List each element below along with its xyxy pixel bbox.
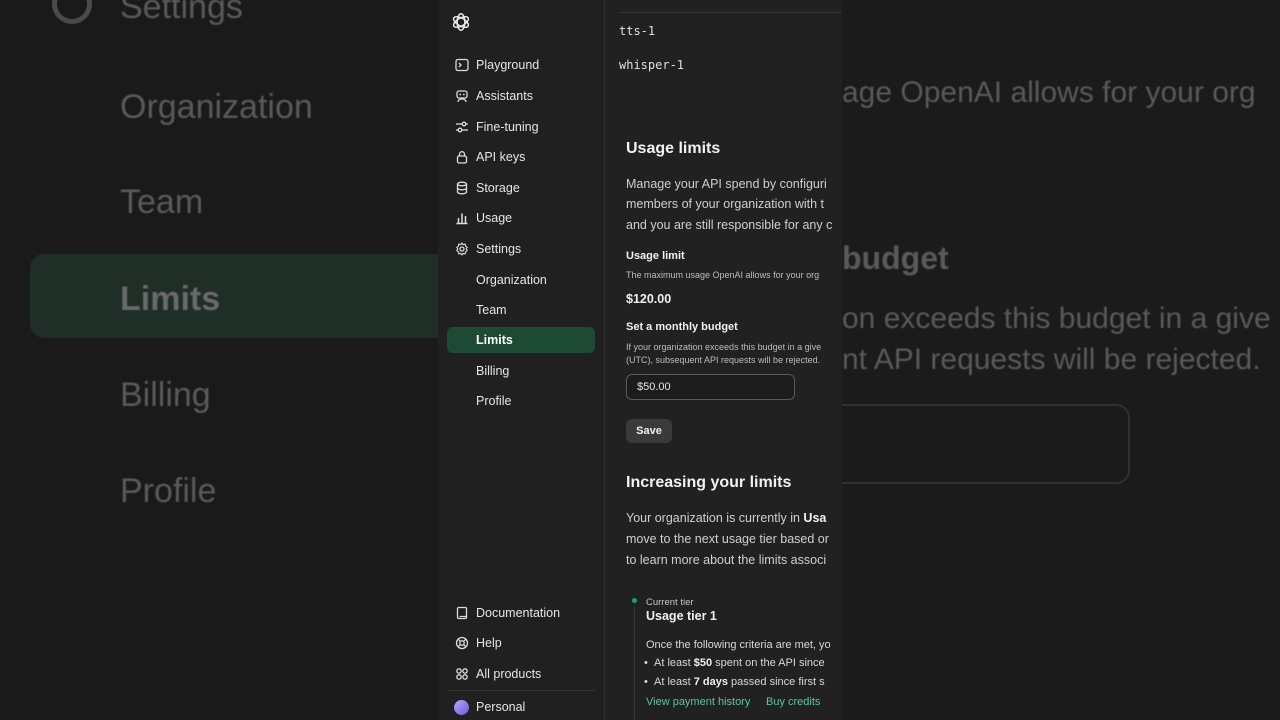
background-item: Organization [120,88,313,126]
bullet-text: At least [654,676,694,688]
database-icon [454,181,469,196]
gear-icon [454,242,469,257]
usage-limits-heading: Usage limits [626,140,721,157]
sidebar-item-label: All products [476,667,542,681]
current-tier-caption: Current tier [646,597,694,608]
main-content: tts-1 whisper-1 Usage limits Manage your… [606,0,842,720]
terminal-icon [454,58,469,73]
background-item: Settings [120,0,243,26]
background-text: age OpenAI allows for your org [842,76,1256,109]
sidebar-item-documentation[interactable]: Documentation [447,600,595,626]
sidebar-item-label: Team [476,303,507,317]
sidebar-item-label: Assistants [476,89,533,103]
sidebar-item-storage[interactable]: Storage [447,175,595,201]
background-input [800,404,1130,484]
app-window: Playground Assistants Fine-tuning API ke… [438,0,842,720]
current-tier-dot [632,598,637,603]
increasing-limits-description: Your organization is currently in Usa [626,508,826,529]
sidebar-item-assistants[interactable]: Assistants [447,83,595,109]
sidebar-item-label: Playground [476,58,540,72]
monthly-budget-description: If your organization exceeds this budget… [626,342,822,352]
background-left-panel: Settings Organization Team Limits Billin… [0,0,450,720]
bullet-text: passed since first s [728,676,825,688]
description-bold: Usa [803,511,827,525]
sidebar-item-playground[interactable]: Playground [447,52,595,78]
usage-limit-description: The maximum usage OpenAI allows for your… [626,270,820,280]
increasing-limits-description: to learn more about the limits associ [626,553,827,567]
criteria-bullet: At least $50 spent on the API since [644,657,825,669]
buy-credits-link[interactable]: Buy credits [766,696,820,708]
background-text: on exceeds this budget in a give [842,302,1271,335]
sidebar-item-label: Help [476,636,502,650]
monthly-budget-label: Set a monthly budget [626,321,738,333]
sidebar-item-help[interactable]: Help [447,630,595,656]
sidebar-item-personal[interactable]: Personal [447,694,595,720]
usage-limit-value: $120.00 [626,292,672,306]
monthly-budget-input[interactable]: $50.00 [626,374,795,400]
sidebar-item-label: Personal [476,700,526,714]
bullet-bold: 7 days [693,676,728,688]
sidebar-item-settings[interactable]: Settings [447,236,595,262]
model-name: whisper-1 [619,58,685,72]
background-active-highlight [30,254,450,338]
background-text: nt API requests will be rejected. [842,343,1261,376]
sidebar-item-all-products[interactable]: All products [447,661,595,687]
sidebar-item-fine-tuning[interactable]: Fine-tuning [447,114,595,140]
sidebar: Playground Assistants Fine-tuning API ke… [438,0,605,720]
usage-limit-label: Usage limit [626,250,685,262]
sidebar-item-label: Usage [476,211,513,225]
sidebar-item-billing[interactable]: Billing [447,358,595,384]
sidebar-item-label: Fine-tuning [476,120,539,134]
sidebar-item-label: Settings [476,242,522,256]
sidebar-item-label: Documentation [476,606,561,620]
openai-logo-icon[interactable] [450,11,472,33]
avatar [454,699,469,715]
background-text: budget [842,240,949,276]
sidebar-divider [447,690,595,691]
increasing-limits-heading: Increasing your limits [626,474,792,491]
sidebar-item-team[interactable]: Team [447,297,595,323]
usage-limits-description: and you are still responsible for any c [626,218,833,232]
sidebar-item-label: Profile [476,394,512,408]
criteria-bullet: At least 7 days passed since first s [644,676,825,688]
tier-timeline [634,606,635,720]
background-item: Team [120,183,204,221]
sidebar-item-limits[interactable]: Limits [447,327,595,353]
bullet-bold: $50 [693,657,713,669]
lock-icon [454,150,469,165]
book-icon [454,606,469,621]
description-text: Your organization is currently in [626,511,804,525]
sidebar-item-organization[interactable]: Organization [447,267,595,293]
monthly-budget-value: $50.00 [637,381,671,393]
background-item: Profile [120,472,217,510]
sidebar-item-label: Limits [476,333,513,347]
robot-icon [454,89,469,104]
grid-icon [454,667,469,682]
sidebar-item-label: Billing [476,364,510,378]
background-item: Billing [120,376,211,414]
bullet-text: At least [654,657,694,669]
sidebar-item-label: Organization [476,273,547,287]
usage-limits-description: members of your organization with t [626,197,825,211]
sidebar-item-usage[interactable]: Usage [447,205,595,231]
current-tier-name: Usage tier 1 [646,609,717,623]
save-button[interactable]: Save [626,419,672,443]
sliders-icon [454,120,469,135]
sidebar-item-api-keys[interactable]: API keys [447,144,595,170]
increasing-limits-description: move to the next usage tier based or [626,532,829,546]
bar-chart-icon [454,211,469,226]
background-item: Limits [120,280,221,318]
sidebar-item-label: API keys [476,150,526,164]
sidebar-item-label: Storage [476,181,520,195]
usage-limits-description: Manage your API spend by configuri [626,177,827,191]
model-name: tts-1 [619,24,656,38]
background-gear-icon [52,0,92,24]
monthly-budget-description: (UTC), subsequent API requests will be r… [626,355,821,365]
sidebar-item-profile[interactable]: Profile [447,388,595,414]
table-divider [619,12,842,13]
lifebuoy-icon [454,636,469,651]
view-payment-history-link[interactable]: View payment history [646,696,750,708]
bullet-text: spent on the API since [712,657,825,669]
tier-criteria-text: Once the following criteria are met, yo [646,639,831,651]
